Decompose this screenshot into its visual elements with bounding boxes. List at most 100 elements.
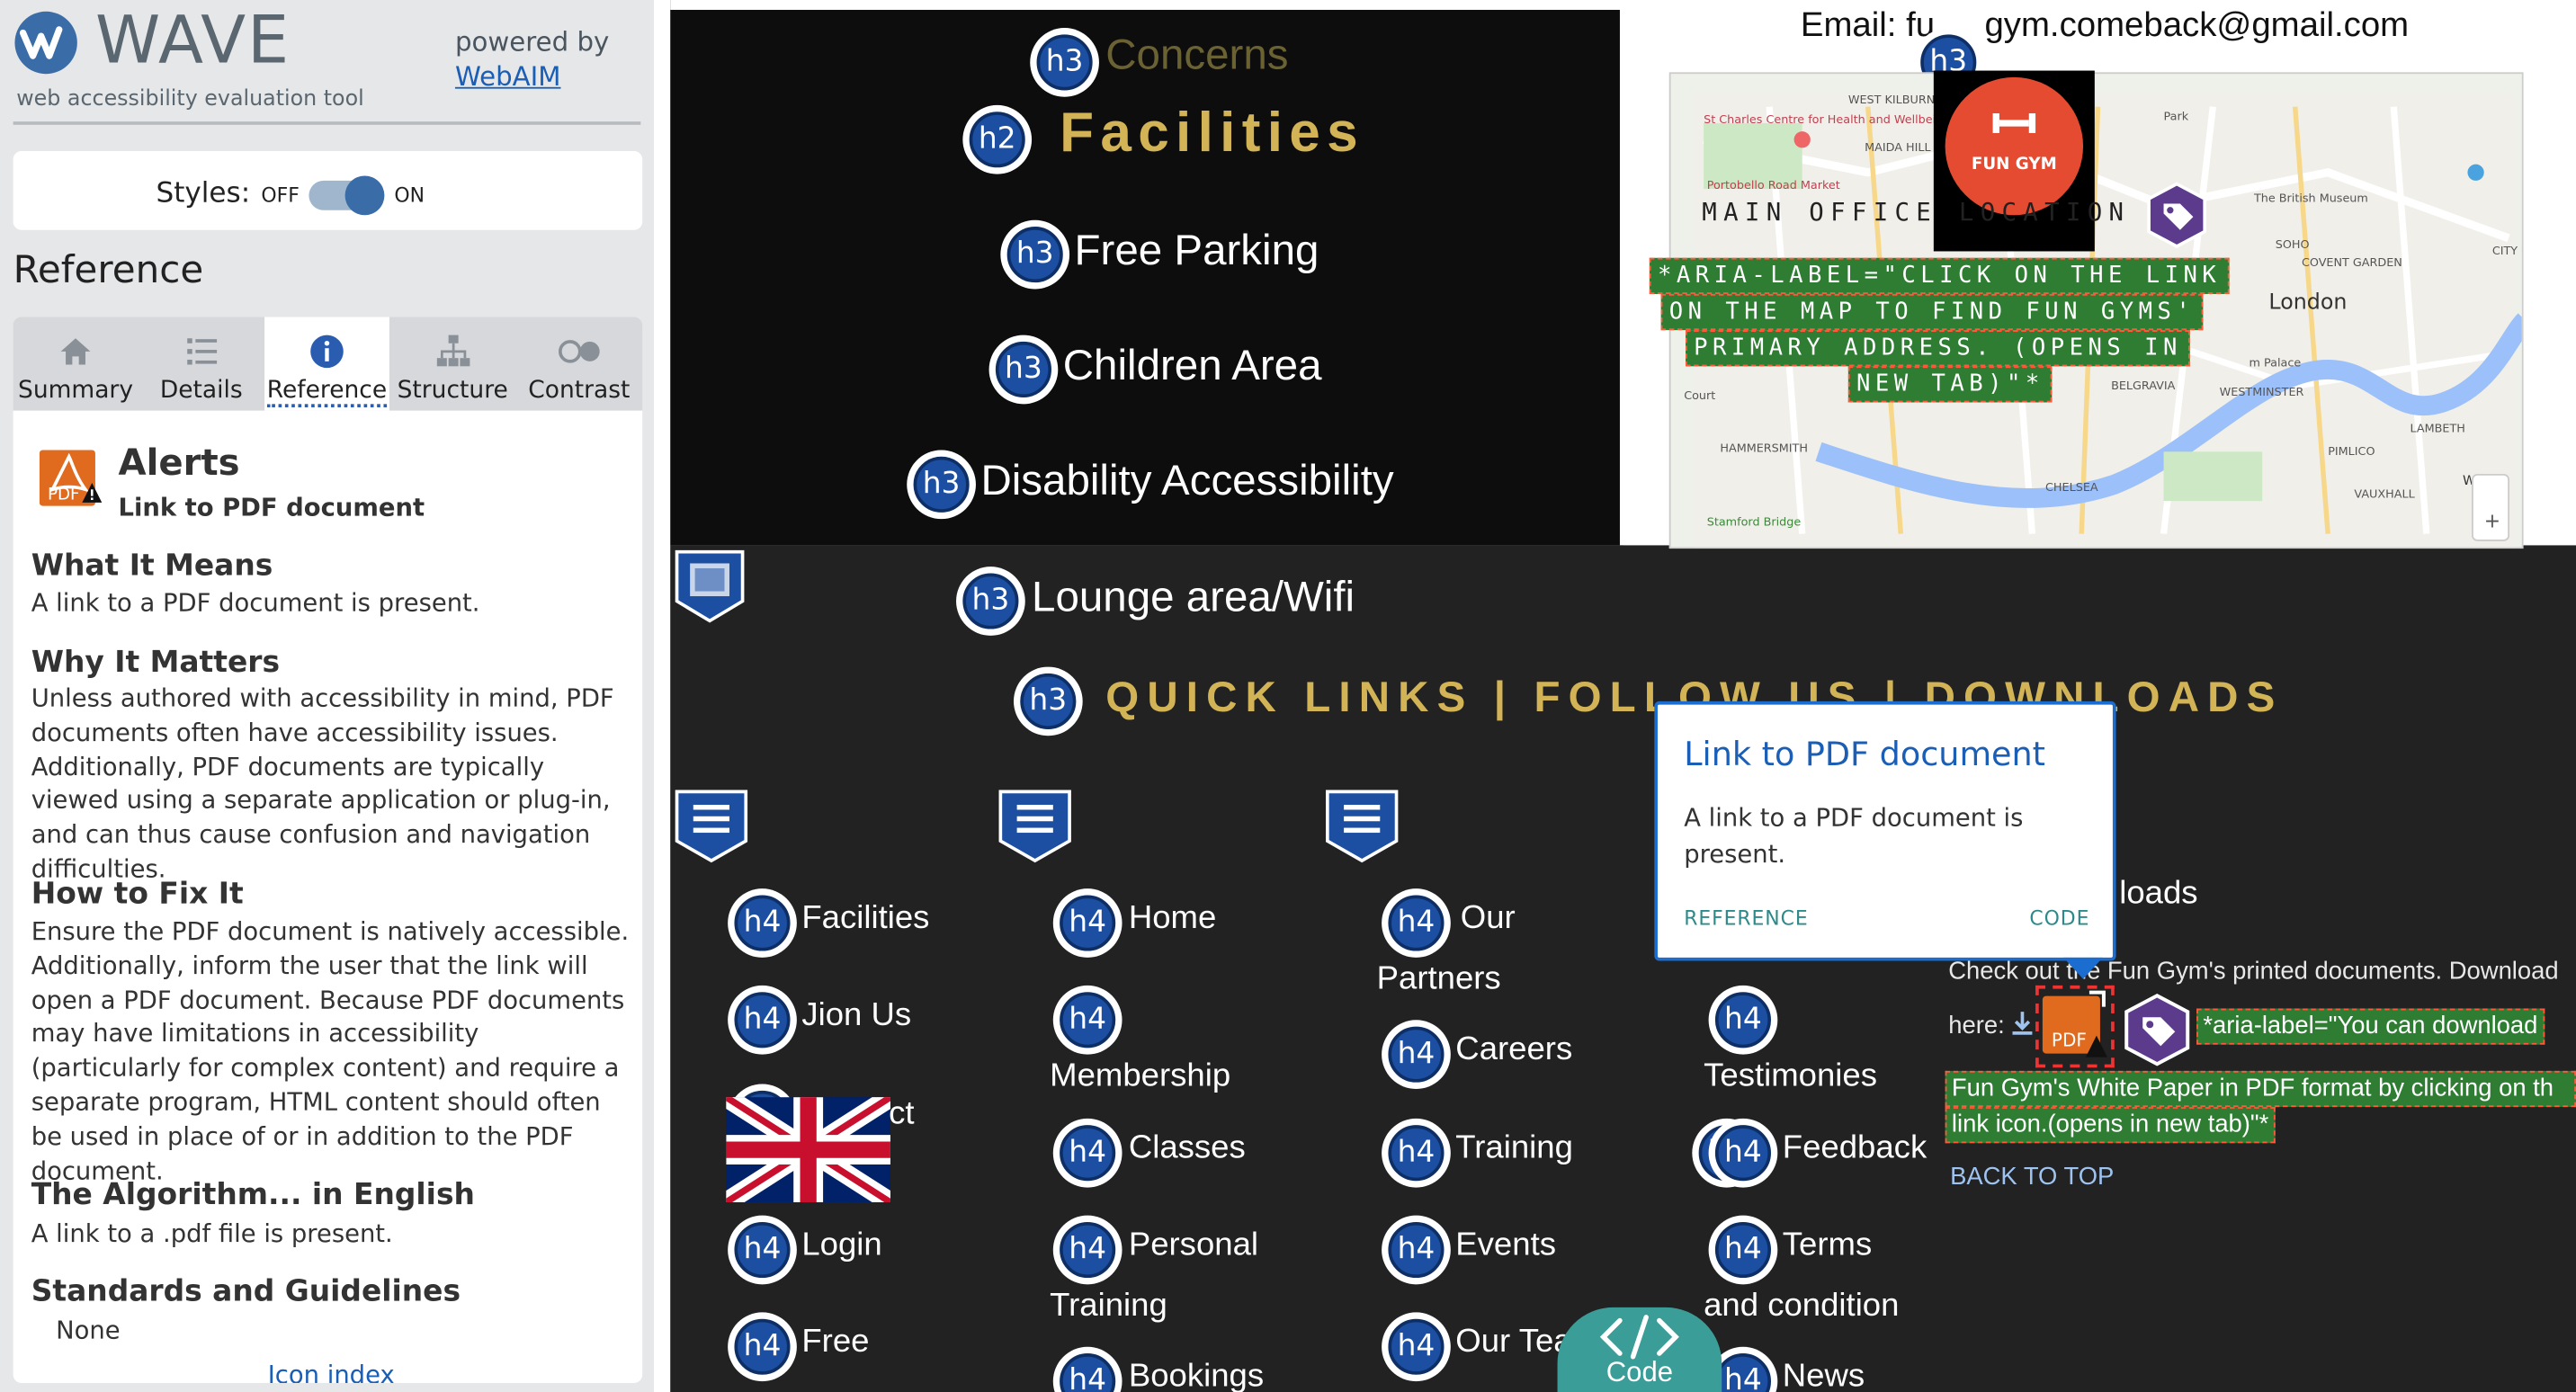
footer-link-events[interactable]: Events bbox=[1455, 1227, 1556, 1264]
footer-link-contact[interactable]: ct bbox=[889, 1095, 914, 1133]
tooltip-body: A link to a PDF document is present. bbox=[1684, 803, 2024, 870]
why-it-matters-text: Unless authored with accessibility in mi… bbox=[31, 683, 614, 884]
h3-badge-free-parking[interactable]: h3 bbox=[1000, 219, 1070, 290]
home-icon bbox=[60, 338, 91, 365]
h3-badge-concerns[interactable]: h3 bbox=[1030, 28, 1099, 97]
tab-details[interactable]: Details bbox=[138, 317, 264, 411]
footer-link-our-team[interactable]: Our Tea bbox=[1455, 1324, 1571, 1361]
map-label-lambeth: LAMBETH bbox=[2411, 422, 2465, 435]
map-label-soho: SOHO bbox=[2276, 238, 2310, 252]
h2-badge-facilities[interactable]: h2 bbox=[962, 104, 1033, 174]
h4-badge[interactable]: h4 bbox=[1708, 1215, 1778, 1285]
h4-badge[interactable]: h4 bbox=[1382, 888, 1451, 958]
svg-text:PDF: PDF bbox=[48, 485, 80, 504]
wave-logo-text: WAVE bbox=[94, 3, 291, 79]
h4-badge[interactable]: h4 bbox=[1382, 1215, 1451, 1285]
footer-link-classes[interactable]: Classes bbox=[1129, 1130, 1246, 1168]
footer-link-facilities[interactable]: Facilities bbox=[801, 900, 929, 938]
page-top-gap bbox=[1619, 0, 1627, 546]
footer-link-bookings[interactable]: Bookings bbox=[1129, 1359, 1264, 1392]
tooltip-reference-link[interactable]: REFERENCE bbox=[1684, 906, 1808, 930]
what-it-means-text: A link to a PDF document is present. bbox=[31, 587, 480, 618]
h4-badge[interactable]: h4 bbox=[728, 1312, 797, 1382]
footer-link-careers[interactable]: Careers bbox=[1455, 1031, 1572, 1069]
list-icon[interactable] bbox=[674, 789, 749, 864]
back-to-top-link[interactable]: BACK TO TOP bbox=[1950, 1163, 2114, 1191]
pdf-link-icon: PDF bbox=[2042, 990, 2107, 1057]
map-label-st-charles: St Charles Centre for Health and Wellbei… bbox=[1704, 113, 1950, 127]
aria-tag-icon[interactable] bbox=[2119, 992, 2195, 1067]
footer-link-testimonies[interactable]: Testimonies bbox=[1704, 1057, 1877, 1095]
h4-badge[interactable]: h4 bbox=[1708, 985, 1778, 1055]
footer-link-our[interactable]: Our bbox=[1461, 900, 1516, 938]
h4-badge[interactable]: h4 bbox=[1382, 1118, 1451, 1188]
h4-badge[interactable]: h4 bbox=[1052, 1215, 1123, 1285]
wave-logo-icon bbox=[14, 11, 77, 75]
map-label-covent-garden: COVENT GARDEN bbox=[2302, 256, 2402, 270]
list-icon[interactable] bbox=[1324, 789, 1400, 864]
footer-link-personal[interactable]: Personal bbox=[1129, 1227, 1258, 1264]
footer-link-training-2[interactable]: Training bbox=[1455, 1130, 1573, 1168]
footer-link-training[interactable]: Training bbox=[1050, 1288, 1167, 1325]
h4-badge[interactable]: h4 bbox=[1052, 888, 1123, 958]
tab-reference[interactable]: Reference bbox=[264, 317, 389, 411]
icon-index-link[interactable]: Icon index bbox=[268, 1360, 395, 1383]
pdf-alert-icon: PDF bbox=[39, 446, 103, 506]
footer-link-login[interactable]: Login bbox=[801, 1227, 881, 1264]
footer-link-conditions[interactable]: and condition bbox=[1704, 1288, 1899, 1325]
alerts-heading: Alerts bbox=[118, 443, 240, 485]
footer-link-partners[interactable]: Partners bbox=[1377, 961, 1501, 999]
h4-badge[interactable]: h4 bbox=[1052, 985, 1123, 1055]
map-label-park: Park bbox=[2164, 110, 2189, 123]
h4-badge[interactable]: h4 bbox=[1382, 1312, 1451, 1382]
footer-link-free[interactable]: Free bbox=[801, 1324, 869, 1361]
hierarchy-icon bbox=[435, 335, 470, 367]
webaim-link[interactable]: WebAIM bbox=[455, 61, 561, 93]
h3-badge-lounge[interactable]: h3 bbox=[956, 567, 1025, 636]
downloads-heading: loads bbox=[2119, 875, 2198, 912]
wave-sidebar: WAVE web accessibility evaluation tool p… bbox=[0, 0, 654, 1392]
wave-tabbar: Summary Details Reference Structure Cont… bbox=[13, 317, 643, 411]
email-address[interactable]: gym.comeback@gmail.com bbox=[1984, 6, 2409, 46]
uk-flag-icon[interactable] bbox=[726, 1097, 890, 1203]
h4-badge[interactable]: h4 bbox=[1382, 1020, 1451, 1089]
h4-badge[interactable]: h4 bbox=[728, 888, 797, 958]
reference-panel: PDF Alerts Link to PDF document What It … bbox=[13, 410, 643, 1383]
download-icon[interactable] bbox=[2008, 1008, 2037, 1038]
tab-contrast[interactable]: Contrast bbox=[516, 317, 643, 411]
footer-link-home[interactable]: Home bbox=[1129, 900, 1216, 938]
h3-badge-disability[interactable]: h3 bbox=[907, 450, 976, 520]
footer-link-join-us[interactable]: Jion Us bbox=[801, 997, 911, 1035]
footer-link-terms[interactable]: Terms bbox=[1783, 1227, 1872, 1264]
how-to-fix-text: Ensure the PDF document is natively acce… bbox=[31, 916, 630, 1185]
region-icon[interactable] bbox=[674, 549, 746, 624]
tab-summary-label: Summary bbox=[18, 378, 134, 405]
aria-label-map-line1: *ARIA-LABEL="CLICK ON THE LINK bbox=[1649, 257, 2230, 294]
logo-divider bbox=[13, 121, 641, 125]
code-toggle-button[interactable]: Code bbox=[1557, 1307, 1722, 1392]
h3-badge-quick-links[interactable]: h3 bbox=[1013, 666, 1083, 736]
panel-title: Reference bbox=[13, 249, 204, 293]
h4-badge[interactable]: h4 bbox=[1708, 1118, 1778, 1188]
tooltip-code-link[interactable]: CODE bbox=[2029, 906, 2089, 930]
toggle-off-label: OFF bbox=[261, 183, 300, 208]
tab-structure[interactable]: Structure bbox=[389, 317, 516, 411]
tab-summary[interactable]: Summary bbox=[13, 317, 139, 411]
footer-link-feedback[interactable]: Feedback bbox=[1783, 1130, 1927, 1168]
h4-badge[interactable]: h4 bbox=[1052, 1118, 1123, 1188]
footer-link-news[interactable]: News bbox=[1783, 1359, 1865, 1392]
h4-badge[interactable]: h4 bbox=[728, 985, 797, 1055]
aria-label-tag-icon[interactable] bbox=[2144, 181, 2210, 250]
h3-badge-children-area[interactable]: h3 bbox=[988, 335, 1059, 405]
standards-heading: Standards and Guidelines bbox=[31, 1274, 461, 1309]
h4-badge[interactable]: h4 bbox=[728, 1215, 797, 1285]
contrast-icon bbox=[558, 340, 599, 363]
aria-download-line2: Fun Gym's White Paper in PDF format by c… bbox=[1945, 1070, 2576, 1108]
aria-label-map-line2: ON THE MAP TO FIND FUN GYMS' bbox=[1660, 293, 2204, 331]
styles-toggle-knob[interactable] bbox=[344, 175, 385, 216]
alert-type: Link to PDF document bbox=[118, 492, 425, 522]
map-label-belgravia: BELGRAVIA bbox=[2111, 379, 2176, 393]
pdf-link-wrapper[interactable]: PDF bbox=[2035, 985, 2115, 1068]
list-icon[interactable] bbox=[997, 789, 1073, 864]
footer-link-membership[interactable]: Membership bbox=[1050, 1057, 1230, 1095]
